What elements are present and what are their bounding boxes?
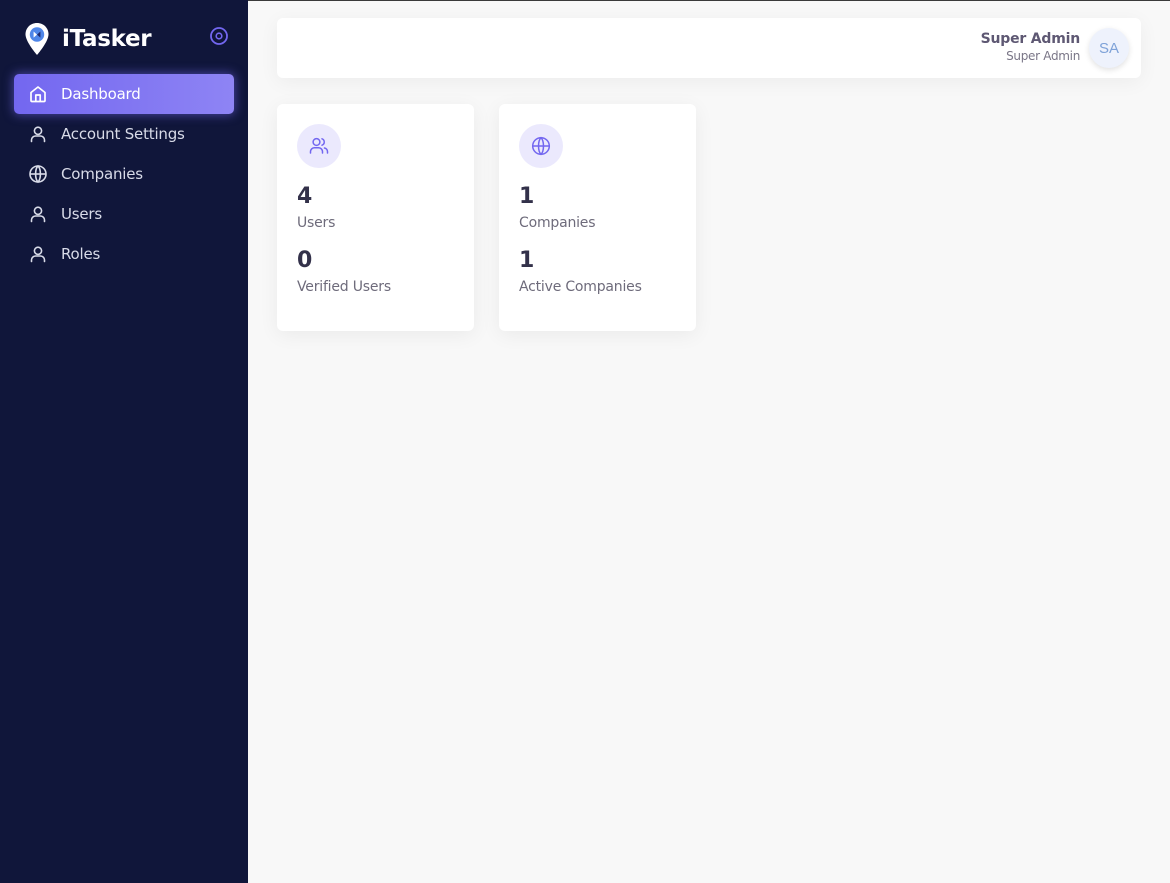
stat-value: 4: [297, 184, 313, 209]
sidebar-item-roles[interactable]: Roles: [14, 234, 234, 274]
stat-value: 0: [297, 248, 313, 273]
brand-name: iTasker: [62, 26, 152, 52]
sidebar-item-companies[interactable]: Companies: [14, 154, 234, 194]
stat-value: 1: [519, 248, 535, 273]
stat-value: 1: [519, 184, 535, 209]
sidebar-item-label: Users: [61, 205, 103, 223]
user-icon: [28, 204, 48, 224]
circle-dot-icon: [210, 27, 228, 45]
stat-label: Companies: [519, 215, 596, 231]
sidebar-nav: Dashboard Account Settings Companies Use…: [14, 74, 234, 274]
brand[interactable]: iTasker: [24, 22, 152, 56]
sidebar-item-account-settings[interactable]: Account Settings: [14, 114, 234, 154]
sidebar: iTasker Dashboard Account Settings Compa…: [0, 0, 248, 883]
sidebar-item-label: Account Settings: [61, 125, 185, 143]
stat-card-users: 4 Users 0 Verified Users: [277, 104, 474, 331]
sidebar-collapse-toggle[interactable]: [209, 26, 229, 46]
app-root: iTasker Dashboard Account Settings Compa…: [0, 0, 1170, 883]
stat-card-companies: 1 Companies 1 Active Companies: [499, 104, 696, 331]
user-icon: [28, 244, 48, 264]
sidebar-item-users[interactable]: Users: [14, 194, 234, 234]
sidebar-item-label: Dashboard: [61, 85, 141, 103]
stat-label: Users: [297, 215, 336, 231]
globe-icon: [519, 124, 563, 168]
top-navbar: Super Admin Super Admin SA: [277, 18, 1141, 78]
stat-label: Active Companies: [519, 279, 642, 295]
home-icon: [28, 84, 48, 104]
sidebar-item-dashboard[interactable]: Dashboard: [14, 74, 234, 114]
user-name: Super Admin: [980, 31, 1081, 47]
user-info[interactable]: Super Admin Super Admin: [980, 31, 1081, 63]
map-pin-logo-icon: [25, 23, 49, 55]
user-icon: [28, 124, 48, 144]
stat-label: Verified Users: [297, 279, 391, 295]
sidebar-item-label: Roles: [61, 245, 101, 263]
user-role: Super Admin: [1006, 49, 1080, 63]
globe-icon: [28, 164, 48, 184]
avatar[interactable]: SA: [1089, 28, 1129, 68]
users-icon: [297, 124, 341, 168]
sidebar-item-label: Companies: [61, 165, 143, 183]
